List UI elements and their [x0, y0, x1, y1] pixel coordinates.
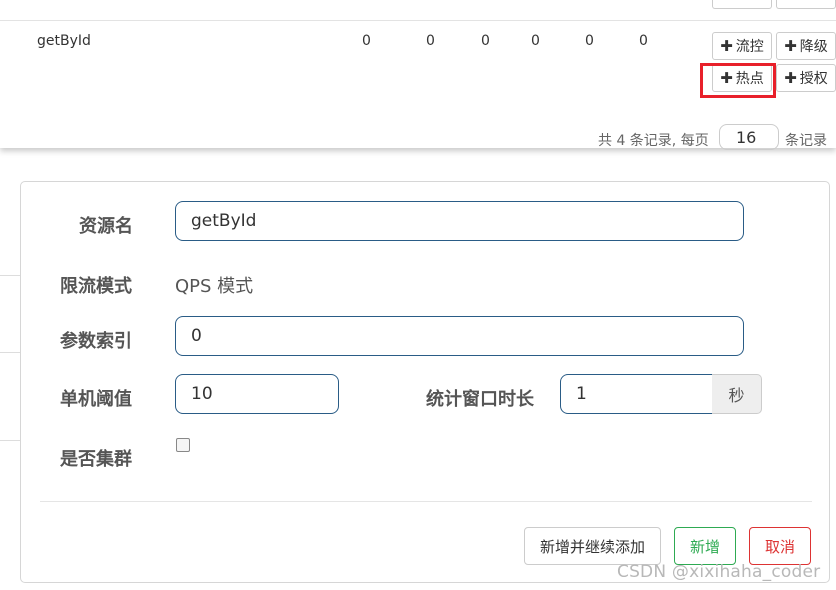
pager-suffix: 条记录: [785, 133, 827, 149]
background-divider: [0, 440, 20, 441]
cluster-checkbox[interactable]: [176, 438, 190, 452]
plus-icon: ✚: [784, 37, 797, 55]
add-button[interactable]: 新增: [674, 527, 736, 565]
degrade-label: 降级: [799, 39, 828, 55]
add-and-continue-button[interactable]: 新增并继续添加: [524, 527, 661, 565]
window-unit-addon: 秒: [712, 374, 762, 414]
limit-mode-label: 限流模式: [60, 276, 132, 297]
window-duration-input[interactable]: 1: [560, 374, 713, 414]
dialog-footer-divider: [40, 501, 812, 502]
background-divider: [0, 275, 20, 276]
plus-icon: ✚: [784, 69, 797, 87]
authorize-label: 授权: [799, 71, 828, 87]
plus-icon: ✚: [720, 37, 733, 55]
flow-control-label: 流控: [735, 39, 764, 55]
table-cell-metric: 0: [426, 33, 435, 49]
cancel-button[interactable]: 取消: [749, 527, 811, 565]
resource-name-label: 资源名: [79, 216, 133, 237]
threshold-label: 单机阈值: [60, 389, 132, 410]
resource-table-panel: getById 0 0 0 0 0 0 ✚ 流控 ✚ 降级 ✚ 热点 ✚ 授权 …: [0, 0, 836, 150]
param-index-label: 参数索引: [60, 331, 132, 352]
pager-summary: 共 4 条记录, 每页: [598, 133, 709, 149]
header-button-partial[interactable]: [712, 0, 772, 9]
table-row-resource-name: getById: [37, 33, 91, 49]
table-cell-metric: 0: [585, 33, 594, 49]
header-button-partial-2[interactable]: [776, 0, 836, 9]
hotspot-highlight-box: [700, 63, 776, 98]
resource-name-input[interactable]: getById: [175, 201, 744, 241]
table-cell-metric: 0: [639, 33, 648, 49]
background-divider: [0, 352, 20, 353]
table-cell-metric: 0: [531, 33, 540, 49]
csdn-watermark: CSDN @xixihaha_coder: [617, 562, 821, 582]
table-cell-metric: 0: [481, 33, 490, 49]
param-index-input[interactable]: 0: [175, 316, 744, 356]
limit-mode-value: QPS 模式: [175, 276, 254, 297]
table-header-strip: [0, 0, 836, 21]
authorize-button[interactable]: ✚ 授权: [776, 64, 836, 92]
page-size-input[interactable]: 16: [719, 124, 779, 150]
window-duration-label: 统计窗口时长: [426, 389, 534, 410]
table-cell-metric: 0: [362, 33, 371, 49]
flow-control-button[interactable]: ✚ 流控: [712, 32, 772, 60]
degrade-button[interactable]: ✚ 降级: [776, 32, 836, 60]
cluster-label: 是否集群: [60, 449, 132, 470]
threshold-input[interactable]: 10: [175, 374, 339, 414]
